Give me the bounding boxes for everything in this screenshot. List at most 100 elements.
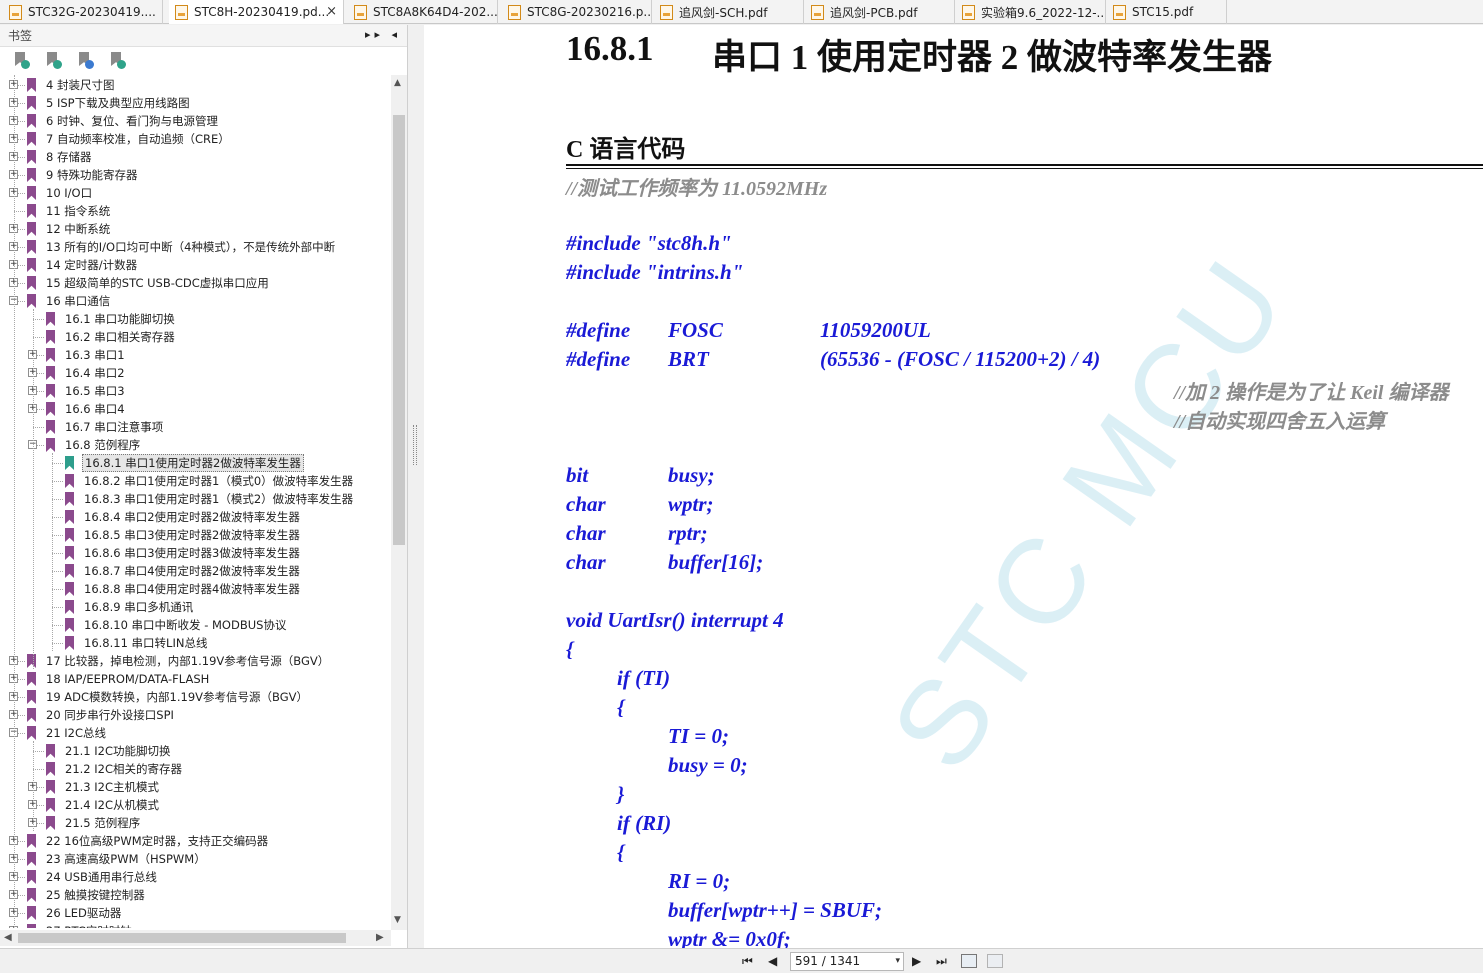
bookmark-item[interactable]: 21.3 I2C主机模式 bbox=[46, 778, 161, 796]
bookmark-item[interactable]: 16.4 串口2 bbox=[46, 364, 127, 382]
next-page-icon[interactable]: ▶ bbox=[912, 954, 921, 968]
code-comment: //自动实现四舍五入运算 bbox=[1174, 411, 1386, 433]
scrollbar-thumb[interactable] bbox=[393, 115, 405, 545]
scroll-down-icon[interactable]: ▼ bbox=[394, 915, 401, 925]
view-mode-icon[interactable] bbox=[961, 954, 977, 968]
bookmark-label: 16.8.11 串口转LIN总线 bbox=[84, 636, 208, 650]
bookmark-item[interactable]: 24 USB通用串行总线 bbox=[27, 868, 159, 886]
bookmark-icon bbox=[27, 132, 36, 146]
bookmark-item[interactable]: 27 RTC实时时钟 bbox=[27, 922, 134, 928]
bookmark-item[interactable]: 8 存储器 bbox=[27, 148, 93, 166]
bookmark-item[interactable]: 16.8.10 串口中断收发 - MODBUS协议 bbox=[65, 616, 288, 634]
bookmark-item[interactable]: 16.8.2 串口1使用定时器1（模式0）做波特率发生器 bbox=[65, 472, 355, 490]
bookmark-item[interactable]: 16 串口通信 bbox=[27, 292, 112, 310]
bookmark-goto-icon[interactable] bbox=[76, 51, 94, 69]
bookmark-item[interactable]: 4 封装尺寸图 bbox=[27, 76, 116, 94]
bookmark-item[interactable]: 23 高速高级PWM（HSPWM） bbox=[27, 850, 208, 868]
tab-3[interactable]: STC8G-20230216.p... bbox=[502, 0, 652, 24]
tree-connector bbox=[33, 319, 44, 320]
page-indicator: 591 / 1341 bbox=[795, 954, 861, 968]
bookmark-item[interactable]: 16.6 串口4 bbox=[46, 400, 127, 418]
bookmark-item[interactable]: 13 所有的I/O口均可中断（4种模式），不是传统外部中断 bbox=[27, 238, 337, 256]
document-view[interactable]: STC MCU 16.8.1 串口 1 使用定时器 2 做波特率发生器 C 语言… bbox=[424, 25, 1483, 948]
bookmark-icon bbox=[27, 78, 36, 92]
scrollbar-thumb[interactable] bbox=[18, 933, 346, 943]
bookmark-item[interactable]: 21.2 I2C相关的寄存器 bbox=[46, 760, 184, 778]
bookmark-item[interactable]: 11 指令系统 bbox=[27, 202, 112, 220]
last-page-icon[interactable]: ⏭ bbox=[936, 954, 947, 969]
bookmark-item[interactable]: 26 LED驱动器 bbox=[27, 904, 123, 922]
close-icon[interactable]: × bbox=[326, 4, 337, 19]
bookmark-item[interactable]: 15 超级简单的STC USB-CDC虚拟串口应用 bbox=[27, 274, 271, 292]
bookmark-item[interactable]: 9 特殊功能寄存器 bbox=[27, 166, 139, 184]
bookmark-icon bbox=[65, 564, 74, 578]
splitter-grip-icon[interactable] bbox=[413, 425, 417, 465]
bookmark-item[interactable]: 7 自动频率校准，自动追频（CRE） bbox=[27, 130, 232, 148]
bookmark-expand-icon[interactable] bbox=[12, 51, 30, 69]
tab-4[interactable]: 追风剑-SCH.pdf bbox=[654, 0, 804, 24]
scroll-right-icon[interactable]: ▶ bbox=[376, 932, 384, 943]
panel-header-buttons[interactable]: ▸▸ ◂ bbox=[365, 28, 401, 41]
bookmark-item[interactable]: 14 定时器/计数器 bbox=[27, 256, 139, 274]
bookmark-item[interactable]: 22 16位高级PWM定时器，支持正交编码器 bbox=[27, 832, 270, 850]
tree-connector bbox=[52, 499, 63, 500]
scroll-up-icon[interactable]: ▲ bbox=[394, 78, 401, 88]
bookmark-item[interactable]: 19 ADC模数转换，内部1.19V参考信号源（BGV） bbox=[27, 688, 310, 706]
bookmark-label: 26 LED驱动器 bbox=[46, 906, 122, 920]
bookmark-item[interactable]: 21.1 I2C功能脚切换 bbox=[46, 742, 173, 760]
panel-splitter[interactable] bbox=[408, 25, 424, 948]
heading-rule bbox=[566, 168, 1483, 169]
bookmark-item[interactable]: 16.7 串口注意事项 bbox=[46, 418, 165, 436]
tree-connector bbox=[52, 463, 63, 464]
bookmark-horizontal-scrollbar[interactable]: ◀ ▶ bbox=[0, 930, 391, 946]
tab-2[interactable]: STC8A8K64D4-202... bbox=[348, 0, 498, 24]
bookmark-item[interactable]: 16.8.5 串口3使用定时器2做波特率发生器 bbox=[65, 526, 302, 544]
bookmark-item[interactable]: 16.8.8 串口4使用定时器4做波特率发生器 bbox=[65, 580, 302, 598]
prev-page-icon[interactable]: ◀ bbox=[768, 954, 777, 968]
bookmark-label: 21.2 I2C相关的寄存器 bbox=[65, 762, 182, 776]
bookmark-item[interactable]: 6 时钟、复位、看门狗与电源管理 bbox=[27, 112, 220, 130]
tab-7[interactable]: STC15.pdf bbox=[1107, 0, 1227, 24]
bookmark-item[interactable]: 5 ISP下载及典型应用线路图 bbox=[27, 94, 192, 112]
tab-bar: STC32G-20230419.... STC8H-20230419.pd... ×… bbox=[0, 0, 1483, 24]
tab-5[interactable]: 追风剑-PCB.pdf bbox=[805, 0, 955, 24]
bookmark-item[interactable]: 16.8 范例程序 bbox=[46, 436, 142, 454]
view-mode-alt-icon[interactable] bbox=[987, 954, 1003, 968]
tab-0[interactable]: STC32G-20230419.... bbox=[3, 0, 163, 24]
bookmark-item[interactable]: 20 同步串行外设接口SPI bbox=[27, 706, 176, 724]
bookmark-item[interactable]: 10 I/O口 bbox=[27, 184, 94, 202]
bookmark-item[interactable]: 21 I2C总线 bbox=[27, 724, 108, 742]
page-number-input[interactable]: 591 / 1341 ▾ bbox=[790, 952, 904, 971]
bookmark-item[interactable]: 16.5 串口3 bbox=[46, 382, 127, 400]
code-line: char bbox=[566, 521, 606, 545]
bookmark-find-icon[interactable] bbox=[108, 51, 126, 69]
bookmark-item[interactable]: 21.5 范例程序 bbox=[46, 814, 142, 832]
bookmark-icon bbox=[27, 924, 36, 928]
bookmark-item[interactable]: 16.8.1 串口1使用定时器2做波特率发生器 bbox=[65, 454, 304, 472]
chevron-down-icon[interactable]: ▾ bbox=[895, 953, 900, 970]
bookmark-item[interactable]: 16.1 串口功能脚切换 bbox=[46, 310, 177, 328]
bookmark-item[interactable]: 18 IAP/EEPROM/DATA-FLASH bbox=[27, 670, 211, 688]
first-page-icon[interactable]: ⏮ bbox=[742, 954, 753, 969]
bookmark-item[interactable]: 16.8.9 串口多机通讯 bbox=[65, 598, 195, 616]
bookmark-item[interactable]: 16.8.11 串口转LIN总线 bbox=[65, 634, 209, 652]
bookmark-item[interactable]: 16.8.4 串口2使用定时器2做波特率发生器 bbox=[65, 508, 302, 526]
bookmark-vertical-scrollbar[interactable]: ▲ ▼ bbox=[391, 75, 407, 930]
bookmark-item[interactable]: 25 触摸按键控制器 bbox=[27, 886, 147, 904]
bookmark-item[interactable]: 16.8.7 串口4使用定时器2做波特率发生器 bbox=[65, 562, 302, 580]
tab-label: 追风剑-PCB.pdf bbox=[830, 5, 918, 20]
tree-connector bbox=[52, 643, 63, 644]
tab-label: STC15.pdf bbox=[1132, 5, 1194, 19]
tree-guide bbox=[14, 75, 15, 928]
bookmark-item[interactable]: 17 比较器，掉电检测，内部1.19V参考信号源（BGV） bbox=[27, 652, 331, 670]
bookmark-item[interactable]: 16.2 串口相关寄存器 bbox=[46, 328, 177, 346]
bookmark-item[interactable]: 16.8.6 串口3使用定时器3做波特率发生器 bbox=[65, 544, 302, 562]
bookmark-add-icon[interactable] bbox=[44, 51, 62, 69]
tab-1[interactable]: STC8H-20230419.pd... × bbox=[169, 0, 344, 24]
bookmark-item[interactable]: 16.8.3 串口1使用定时器1（模式2）做波特率发生器 bbox=[65, 490, 355, 508]
scroll-left-icon[interactable]: ◀ bbox=[4, 932, 12, 943]
bookmark-item[interactable]: 12 中断系统 bbox=[27, 220, 112, 238]
bookmark-item[interactable]: 16.3 串口1 bbox=[46, 346, 127, 364]
bookmark-item[interactable]: 21.4 I2C从机模式 bbox=[46, 796, 161, 814]
tab-6[interactable]: 实验箱9.6_2022-12-... bbox=[956, 0, 1106, 24]
